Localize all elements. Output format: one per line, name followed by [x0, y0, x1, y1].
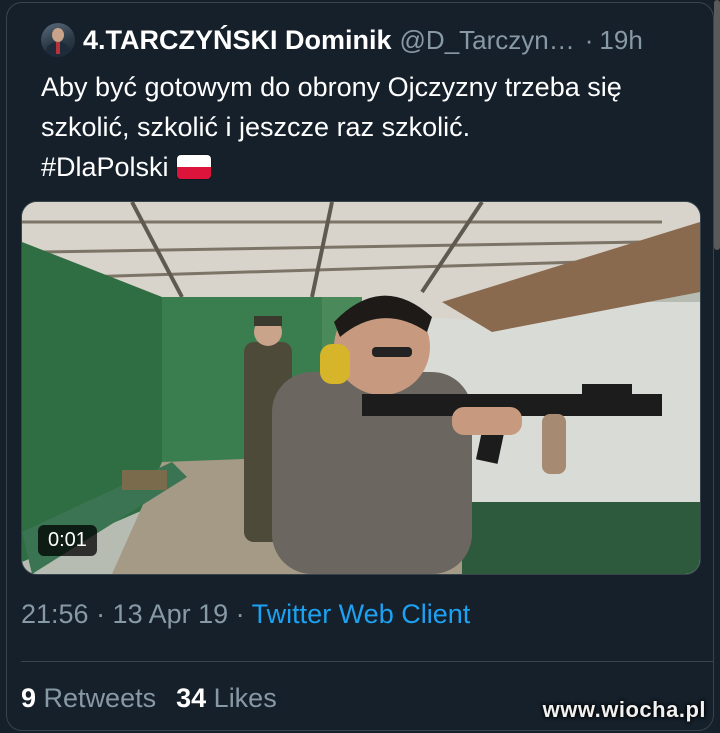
- tweet-text-line: #DlaPolski: [41, 147, 701, 187]
- divider: [21, 661, 713, 662]
- tweet-header: 4.TARCZYŃSKI Dominik @D_Tarczyn… · 19h: [41, 15, 693, 65]
- scrollbar[interactable]: [714, 0, 720, 250]
- header-separator: ·: [584, 24, 594, 55]
- avatar[interactable]: [41, 23, 75, 57]
- watermark: www.wiocha.pl: [542, 697, 706, 722]
- author-handle[interactable]: @D_Tarczyn…: [400, 25, 575, 56]
- likes-stat[interactable]: 34 Likes: [176, 683, 277, 713]
- hashtag-link[interactable]: #DlaPolski: [41, 152, 169, 182]
- tweet-text: Aby być gotowym do obrony Ojczyzny trzeb…: [41, 67, 701, 187]
- retweets-count: 9: [21, 683, 37, 713]
- tweet-text-line: szkolić, szkolić i jeszcze raz szkolić.: [41, 112, 471, 142]
- poland-flag-icon: [176, 155, 211, 179]
- likes-label: Likes: [213, 683, 277, 713]
- tweet-card[interactable]: 4.TARCZYŃSKI Dominik @D_Tarczyn… · 19h A…: [6, 2, 714, 731]
- video-duration-badge: 0:01: [38, 525, 97, 556]
- client-link[interactable]: Twitter Web Client: [252, 599, 471, 629]
- author-display-name[interactable]: 4.TARCZYŃSKI Dominik: [83, 25, 392, 56]
- tweet-text-line: Aby być gotowym do obrony Ojczyzny trzeb…: [41, 72, 622, 102]
- likes-count: 34: [176, 683, 207, 713]
- video-player[interactable]: 0:01: [21, 201, 701, 575]
- retweets-stat[interactable]: 9 Retweets: [21, 683, 156, 713]
- tweet-timestamp: 21:56 · 13 Apr 19 ·: [21, 599, 245, 629]
- retweets-label: Retweets: [43, 683, 157, 713]
- relative-time[interactable]: 19h: [599, 25, 642, 56]
- tweet-stats: 9 Retweets 34 Likes: [21, 683, 277, 714]
- video-thumbnail: [22, 202, 700, 574]
- tweet-meta: 21:56 · 13 Apr 19 · Twitter Web Client: [21, 599, 470, 630]
